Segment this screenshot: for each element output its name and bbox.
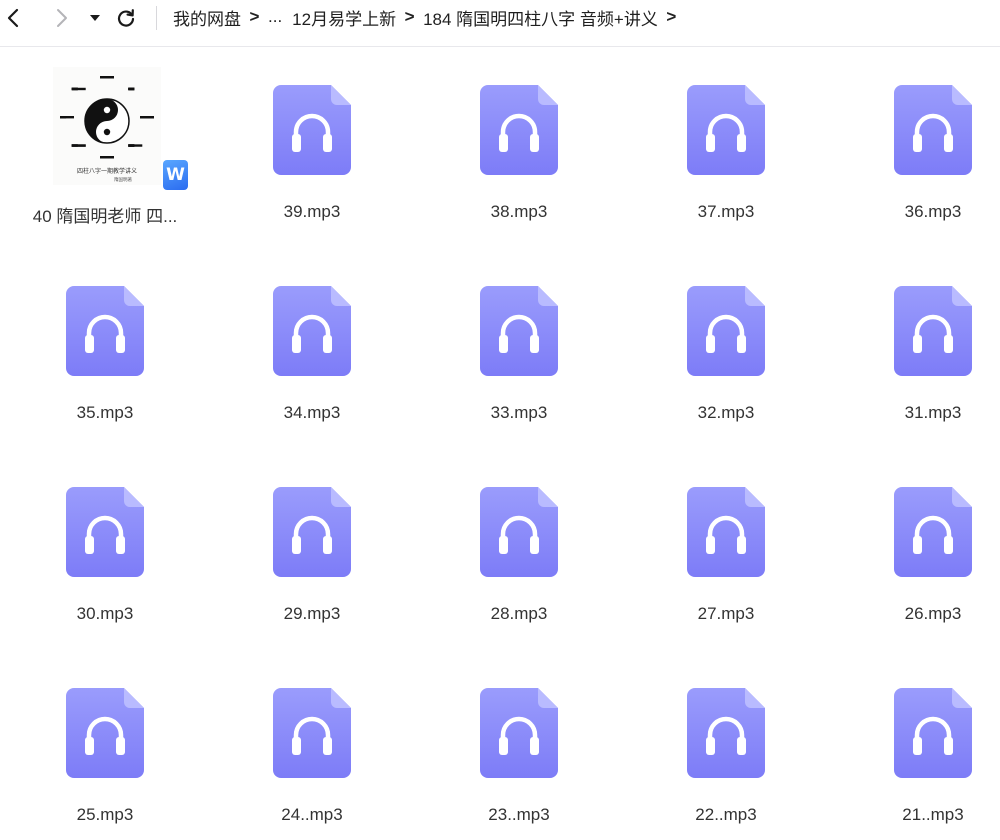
audio-file-icon [480, 286, 558, 376]
file-name: 21..mp3 [902, 805, 964, 824]
audio-file-icon [273, 688, 351, 778]
file-name: 22..mp3 [695, 805, 757, 824]
audio-file-icon [480, 688, 558, 778]
audio-file-icon [894, 85, 972, 175]
toolbar: 我的网盘 > ... 12月易学上新 > 184 隋国明四柱八字 音频+讲义 > [0, 0, 1000, 47]
forward-button[interactable] [47, 5, 75, 31]
caret-down-icon [90, 15, 100, 21]
file-name: 33.mp3 [490, 403, 548, 422]
audio-file-icon [273, 487, 351, 577]
file-item-audio[interactable]: 36.mp3 [843, 47, 1000, 237]
audio-file-icon [687, 286, 765, 376]
file-item-audio[interactable]: 38.mp3 [429, 47, 609, 237]
file-item-audio[interactable]: 37.mp3 [636, 47, 816, 237]
file-name: 38.mp3 [490, 202, 548, 221]
file-item-audio[interactable]: 27.mp3 [636, 449, 816, 639]
file-name: 31.mp3 [904, 403, 962, 422]
file-item-audio[interactable]: 31.mp3 [843, 248, 1000, 438]
file-item-document[interactable]: 四柱八字一期教学讲义 隋国明著 W 40 隋国明老师 四... [15, 47, 195, 237]
breadcrumb-ellipsis[interactable]: ... [268, 7, 282, 27]
file-name: 32.mp3 [697, 403, 755, 422]
back-button[interactable] [0, 5, 28, 31]
file-item-audio[interactable]: 35.mp3 [15, 248, 195, 438]
file-item-audio[interactable]: 25.mp3 [15, 650, 195, 840]
file-name: 35.mp3 [76, 403, 134, 422]
audio-file-icon [687, 85, 765, 175]
breadcrumb-current[interactable]: 184 隋国明四柱八字 音频+讲义 [423, 5, 658, 30]
file-item-audio[interactable]: 23..mp3 [429, 650, 609, 840]
file-name: 26.mp3 [904, 604, 962, 623]
toolbar-divider [156, 6, 157, 30]
file-item-audio[interactable]: 39.mp3 [222, 47, 402, 237]
file-item-audio[interactable]: 22..mp3 [636, 650, 816, 840]
file-name: 29.mp3 [283, 604, 341, 623]
file-item-audio[interactable]: 29.mp3 [222, 449, 402, 639]
file-item-audio[interactable]: 33.mp3 [429, 248, 609, 438]
breadcrumb-parent[interactable]: 12月易学上新 [292, 5, 396, 30]
file-name: 39.mp3 [283, 202, 341, 221]
yin-yang-icon: 四柱八字一期教学讲义隋国明著 [60, 76, 154, 183]
audio-file-icon [480, 487, 558, 577]
breadcrumb: 我的网盘 > ... 12月易学上新 > 184 隋国明四柱八字 音频+讲义 > [173, 4, 685, 30]
svg-text:隋国明著: 隋国明著 [114, 176, 132, 183]
svg-text:四柱八字一期教学讲义: 四柱八字一期教学讲义 [77, 167, 137, 175]
file-name: 27.mp3 [697, 604, 755, 623]
file-name: 37.mp3 [697, 202, 755, 221]
file-name: 28.mp3 [490, 604, 548, 623]
refresh-icon [117, 9, 135, 27]
file-item-audio[interactable]: 34.mp3 [222, 248, 402, 438]
chevron-right-icon [57, 9, 67, 27]
file-item-audio[interactable]: 21..mp3 [843, 650, 1000, 840]
breadcrumb-separator: > [666, 7, 677, 26]
file-item-audio[interactable]: 28.mp3 [429, 449, 609, 639]
audio-file-icon [66, 487, 144, 577]
document-cover: 四柱八字一期教学讲义 隋国明著 [53, 67, 161, 185]
audio-file-icon [687, 487, 765, 577]
breadcrumb-separator: > [249, 7, 260, 26]
audio-file-icon [273, 286, 351, 376]
chevron-left-icon [7, 8, 19, 28]
file-name: 36.mp3 [904, 202, 962, 221]
file-name: 40 隋国明老师 四... [32, 207, 178, 226]
refresh-button[interactable] [112, 5, 140, 31]
file-item-audio[interactable]: 32.mp3 [636, 248, 816, 438]
file-name: 34.mp3 [283, 403, 341, 422]
audio-file-icon [894, 286, 972, 376]
breadcrumb-separator: > [404, 7, 415, 26]
audio-file-icon [273, 85, 351, 175]
file-item-audio[interactable]: 30.mp3 [15, 449, 195, 639]
audio-file-icon [66, 286, 144, 376]
audio-file-icon [894, 487, 972, 577]
audio-file-icon [894, 688, 972, 778]
file-name: 25.mp3 [76, 805, 134, 824]
document-thumbnail: 四柱八字一期教学讲义 隋国明著 W [53, 67, 188, 190]
file-item-audio[interactable]: 24..mp3 [222, 650, 402, 840]
wps-document-icon: W [163, 160, 188, 190]
audio-file-icon [66, 688, 144, 778]
file-name: 24..mp3 [281, 805, 343, 824]
file-item-audio[interactable]: 26.mp3 [843, 449, 1000, 639]
file-name: 23..mp3 [488, 805, 550, 824]
breadcrumb-root[interactable]: 我的网盘 [173, 5, 241, 30]
audio-file-icon [480, 85, 558, 175]
file-name: 30.mp3 [76, 604, 134, 623]
history-dropdown-button[interactable] [81, 5, 109, 31]
audio-file-icon [687, 688, 765, 778]
file-grid: 四柱八字一期教学讲义 隋国明著 W 40 隋国明老师 四... 39.mp3 38.mp3… [0, 47, 1000, 838]
